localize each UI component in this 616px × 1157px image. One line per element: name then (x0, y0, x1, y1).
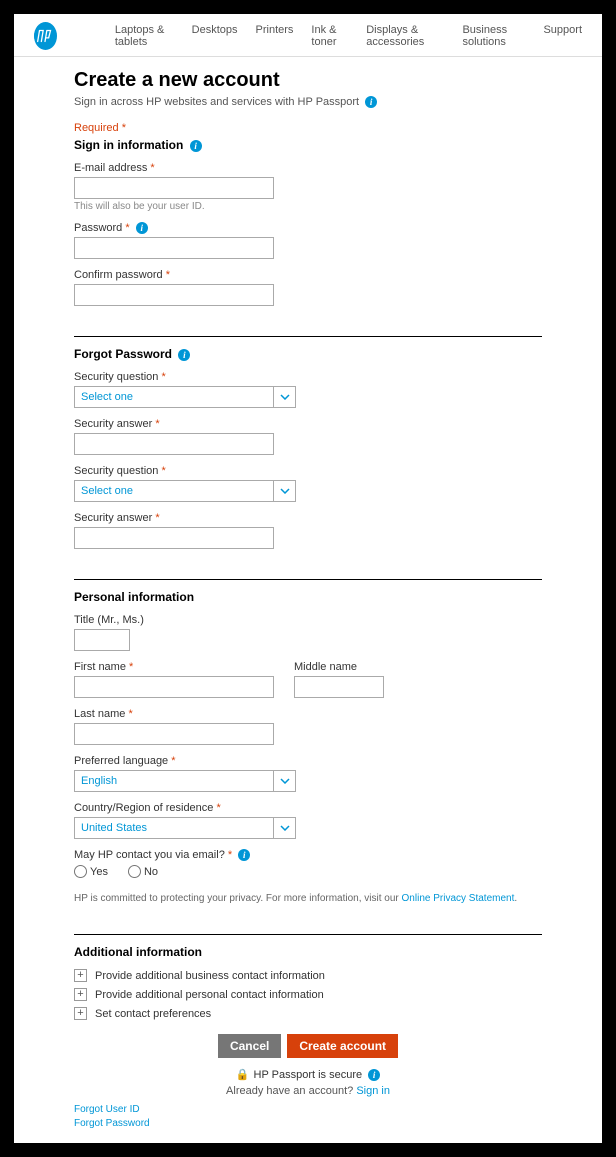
privacy-link[interactable]: Online Privacy Statement (402, 893, 515, 904)
personal-heading: Personal information (74, 590, 542, 604)
lock-icon: 🔒 (236, 1068, 250, 1081)
sq2-select[interactable]: Select one (74, 480, 296, 502)
chevron-down-icon (273, 387, 295, 407)
page-subtitle: Sign in across HP websites and services … (74, 96, 359, 108)
confirm-password-label: Confirm password (74, 269, 163, 281)
additional-item-personal: Provide additional personal contact info… (95, 989, 324, 1001)
top-nav: Laptops & tablets Desktops Printers Ink … (14, 14, 602, 57)
contact-label: May HP contact you via email? (74, 849, 225, 861)
signin-prompt: Already have an account? (226, 1085, 356, 1097)
divider (74, 934, 542, 935)
sq1-value: Select one (75, 391, 273, 403)
expand-button[interactable]: + (74, 969, 87, 982)
required-note: Required * (74, 122, 542, 134)
nav-laptops[interactable]: Laptops & tablets (115, 24, 174, 48)
last-name-input[interactable] (74, 723, 274, 745)
expand-button[interactable]: + (74, 1007, 87, 1020)
forgot-heading: Forgot Password (74, 347, 172, 361)
page-title: Create a new account (74, 69, 542, 92)
nav-printers[interactable]: Printers (256, 24, 294, 48)
signin-heading: Sign in information (74, 138, 183, 152)
additional-heading: Additional information (74, 945, 542, 959)
forgot-password-link[interactable]: Forgot Password (74, 1117, 542, 1131)
middle-name-input[interactable] (294, 676, 384, 698)
first-name-input[interactable] (74, 676, 274, 698)
email-hint: This will also be your user ID. (74, 201, 542, 212)
nav-desktops[interactable]: Desktops (192, 24, 238, 48)
last-name-label: Last name (74, 708, 125, 720)
info-icon[interactable]: i (136, 222, 148, 234)
chevron-down-icon (273, 771, 295, 791)
hp-logo[interactable] (34, 22, 57, 50)
sq2-label: Security question (74, 465, 158, 477)
nav-business[interactable]: Business solutions (462, 24, 525, 48)
contact-yes-radio[interactable] (74, 865, 87, 878)
nav-support[interactable]: Support (543, 24, 582, 48)
language-value: English (75, 775, 273, 787)
contact-no-option[interactable]: No (128, 865, 158, 878)
sa1-input[interactable] (74, 433, 274, 455)
divider (74, 336, 542, 337)
contact-no-radio[interactable] (128, 865, 141, 878)
country-label: Country/Region of residence (74, 802, 213, 814)
info-icon[interactable]: i (238, 849, 250, 861)
forgot-user-id-link[interactable]: Forgot User ID (74, 1103, 542, 1117)
sa2-input[interactable] (74, 527, 274, 549)
info-icon[interactable]: i (178, 349, 190, 361)
additional-item-business: Provide additional business contact info… (95, 970, 325, 982)
chevron-down-icon (273, 481, 295, 501)
privacy-text: HP is committed to protecting your priva… (74, 893, 402, 904)
info-icon[interactable]: i (190, 140, 202, 152)
sq1-label: Security question (74, 371, 158, 383)
title-label: Title (Mr., Ms.) (74, 614, 542, 626)
contact-yes-option[interactable]: Yes (74, 865, 108, 878)
signin-link[interactable]: Sign in (356, 1085, 390, 1097)
first-name-label: First name (74, 661, 126, 673)
password-label: Password (74, 222, 122, 234)
additional-item-preferences: Set contact preferences (95, 1008, 211, 1020)
confirm-password-input[interactable] (74, 284, 274, 306)
language-select[interactable]: English (74, 770, 296, 792)
info-icon[interactable]: i (365, 96, 377, 108)
title-input[interactable] (74, 629, 130, 651)
email-input[interactable] (74, 177, 274, 199)
divider (74, 579, 542, 580)
sa2-label: Security answer (74, 512, 152, 524)
country-value: United States (75, 822, 273, 834)
chevron-down-icon (273, 818, 295, 838)
create-account-button[interactable]: Create account (287, 1034, 398, 1058)
expand-button[interactable]: + (74, 988, 87, 1001)
language-label: Preferred language (74, 755, 168, 767)
country-select[interactable]: United States (74, 817, 296, 839)
sq2-value: Select one (75, 485, 273, 497)
sq1-select[interactable]: Select one (74, 386, 296, 408)
cancel-button[interactable]: Cancel (218, 1034, 281, 1058)
email-label: E-mail address (74, 162, 147, 174)
info-icon[interactable]: i (368, 1069, 380, 1081)
nav-displays[interactable]: Displays & accessories (366, 24, 444, 48)
nav-ink[interactable]: Ink & toner (311, 24, 348, 48)
password-input[interactable] (74, 237, 274, 259)
secure-text: HP Passport is secure (254, 1069, 363, 1081)
middle-name-label: Middle name (294, 661, 384, 673)
sa1-label: Security answer (74, 418, 152, 430)
